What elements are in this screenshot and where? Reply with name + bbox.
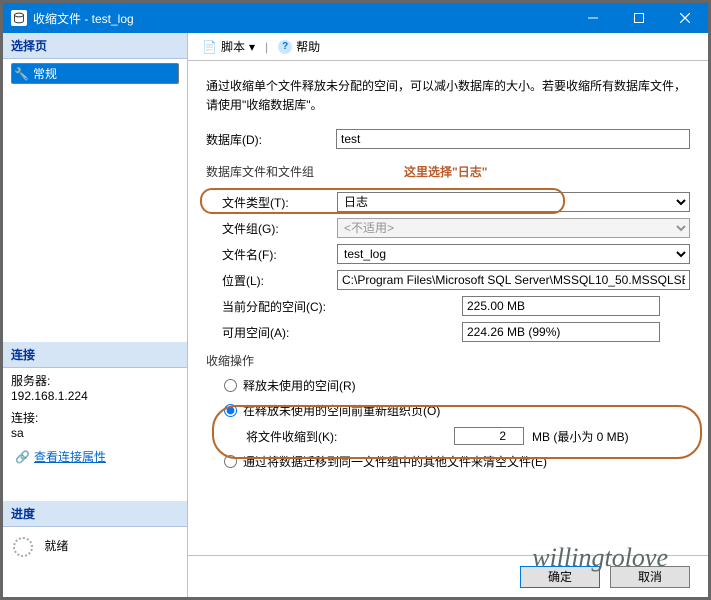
ok-button[interactable]: 确定 (520, 566, 600, 588)
filename-select[interactable]: test_log (337, 244, 690, 264)
script-button[interactable]: 📄 脚本 ▾ (196, 36, 261, 57)
radio-release-unused-label: 释放未使用的空间(R) (243, 377, 356, 394)
radio-empty-file[interactable]: 通过将数据迁移到同一文件组中的其他文件来清空文件(E) (224, 453, 690, 470)
sidebar-header-connection: 连接 (3, 342, 187, 368)
allocated-label: 当前分配的空间(C): (222, 298, 462, 315)
connection-label: 连接: (11, 409, 179, 426)
sidebar: 选择页 🔧 常规 连接 服务器: 192.168.1.224 连接: sa 🔗 … (3, 33, 188, 597)
filename-label: 文件名(F): (222, 246, 337, 263)
cancel-button[interactable]: 取消 (610, 566, 690, 588)
sidebar-header-select: 选择页 (3, 33, 187, 59)
maximize-button[interactable] (616, 3, 662, 33)
location-label: 位置(L): (222, 272, 337, 289)
shrinkto-label: 将文件收缩到(K): (246, 428, 446, 445)
location-field[interactable] (337, 270, 690, 290)
sidebar-item-general[interactable]: 🔧 常规 (11, 63, 179, 84)
help-icon: ? (278, 40, 292, 54)
radio-empty-file-input[interactable] (224, 455, 237, 468)
database-field[interactable] (336, 129, 690, 149)
shrinkto-suffix: MB (最小为 0 MB) (532, 428, 629, 445)
database-label: 数据库(D): (206, 131, 336, 148)
radio-release-unused-input[interactable] (224, 379, 237, 392)
description-text: 通过收缩单个文件释放未分配的空间，可以减小数据库的大小。若要收缩所有数据库文件，… (206, 77, 690, 115)
radio-empty-file-label: 通过将数据迁移到同一文件组中的其他文件来清空文件(E) (243, 453, 547, 470)
link-icon: 🔗 (15, 450, 30, 464)
server-label: 服务器: (11, 372, 179, 389)
radio-reorganize-label: 在释放未使用的空间前重新组织页(O) (243, 402, 440, 419)
radio-reorganize[interactable]: 在释放未使用的空间前重新组织页(O) (224, 402, 690, 419)
close-button[interactable] (662, 3, 708, 33)
allocated-value: 225.00 MB (462, 296, 660, 316)
view-props-link[interactable]: 查看连接属性 (34, 448, 106, 465)
files-header: 数据库文件和文件组 (206, 163, 314, 180)
database-icon (11, 10, 27, 26)
dialog-window: 收缩文件 - test_log 选择页 🔧 常规 连接 服务器: 192.168… (0, 0, 711, 600)
sidebar-item-label: 常规 (33, 65, 57, 82)
radio-reorganize-input[interactable] (224, 404, 237, 417)
toolbar: 📄 脚本 ▾ | ? 帮助 (188, 33, 708, 61)
filetype-label: 文件类型(T): (222, 194, 337, 211)
radio-release-unused[interactable]: 释放未使用的空间(R) (224, 377, 690, 394)
titlebar: 收缩文件 - test_log (3, 3, 708, 33)
available-value: 224.26 MB (99%) (462, 322, 660, 342)
connection-value: sa (11, 426, 179, 440)
wrench-icon: 🔧 (14, 67, 29, 81)
help-button[interactable]: ? 帮助 (272, 36, 326, 57)
minimize-button[interactable] (570, 3, 616, 33)
sidebar-header-progress: 进度 (3, 501, 187, 527)
progress-status: 就绪 (44, 539, 68, 553)
main-panel: 📄 脚本 ▾ | ? 帮助 通过收缩单个文件释放未分配的空间，可以减小数据库的大… (188, 33, 708, 597)
view-connection-properties[interactable]: 🔗 查看连接属性 (11, 446, 179, 467)
filegroup-select: <不适用> (337, 218, 690, 238)
script-icon: 📄 (202, 40, 217, 54)
available-label: 可用空间(A): (222, 324, 462, 341)
shrink-action-header: 收缩操作 (206, 352, 690, 369)
progress-spinner-icon (13, 537, 33, 557)
filetype-select[interactable]: 日志 (337, 192, 690, 212)
window-title: 收缩文件 - test_log (33, 10, 570, 27)
chevron-down-icon: ▾ (249, 40, 255, 54)
shrinkto-spinner[interactable] (454, 427, 524, 445)
dialog-footer: willingtolove 确定 取消 (188, 555, 708, 597)
content-area: 通过收缩单个文件释放未分配的空间，可以减小数据库的大小。若要收缩所有数据库文件，… (188, 61, 708, 555)
server-value: 192.168.1.224 (11, 389, 179, 403)
filegroup-label: 文件组(G): (222, 220, 337, 237)
annotation-filetype: 这里选择"日志" (404, 163, 487, 180)
toolbar-separator: | (265, 40, 268, 54)
